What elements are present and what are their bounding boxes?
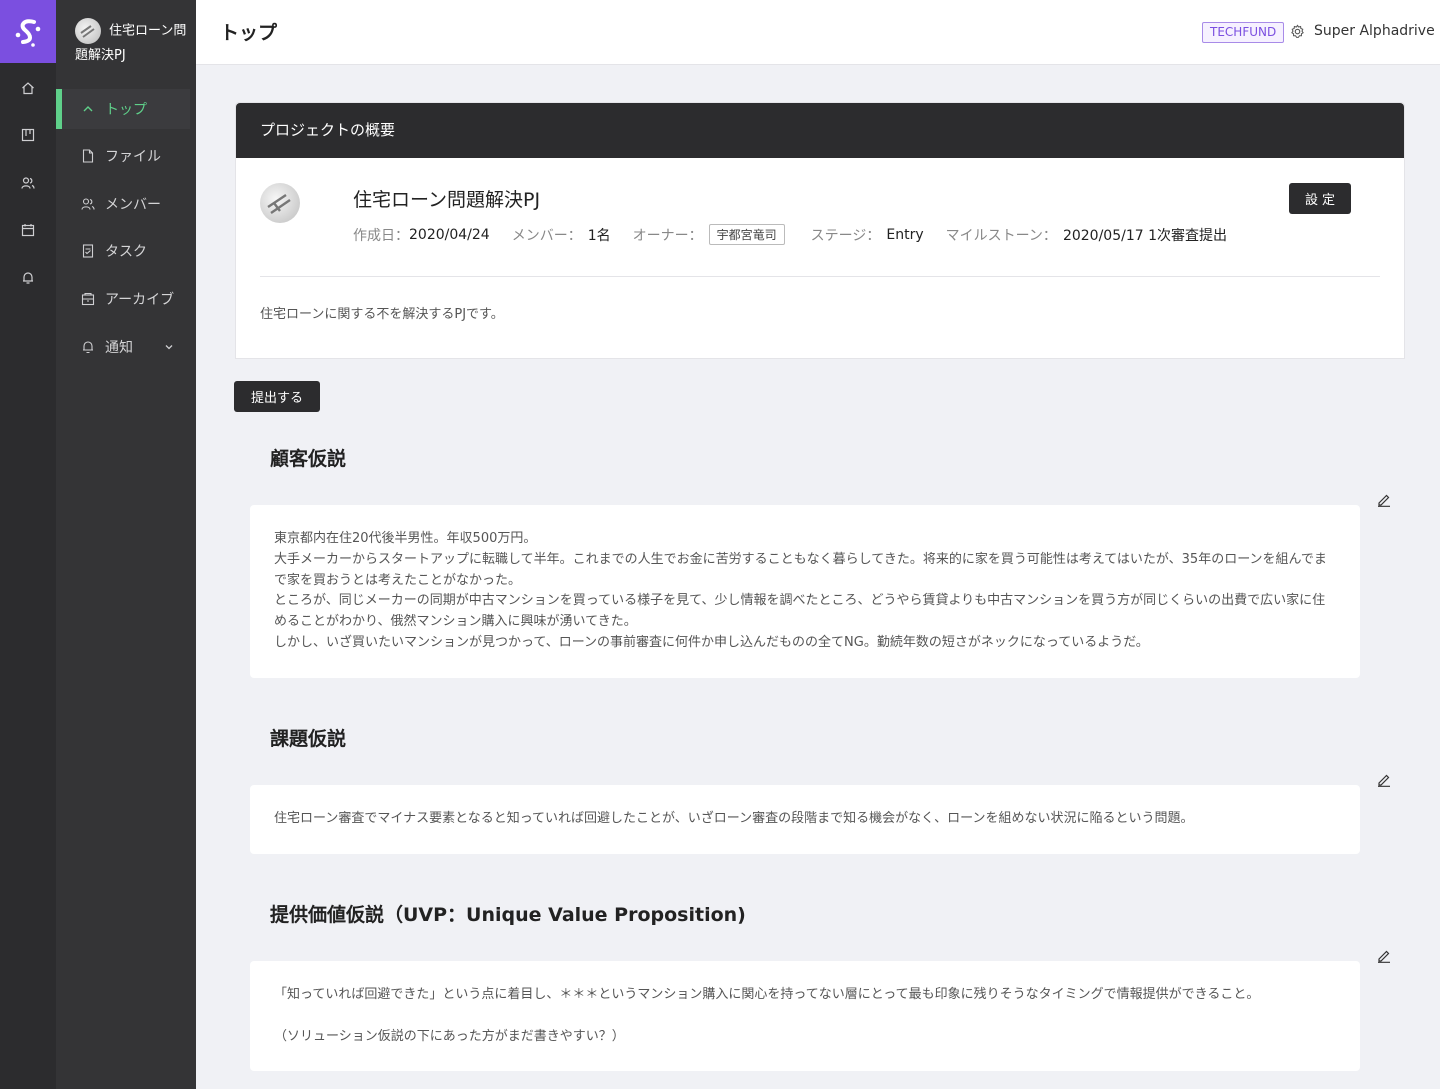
sidebar-item-label: メンバー [105,197,161,213]
submit-button[interactable]: 提出する [234,381,320,412]
archive-icon [80,291,96,307]
edit-icon[interactable] [1377,492,1391,507]
sidebar-item-label: アーカイブ [105,292,175,308]
members-value: 1名 [587,227,611,244]
sidebar-item-files[interactable]: ファイル [56,136,190,176]
icon-rail [0,0,56,1089]
sidebar-project-header[interactable]: 住宅ローン問題解決PJ [75,18,193,68]
home-icon[interactable] [19,79,37,97]
top-bar: トップ TECHFUND Super Alphadrive [196,0,1440,65]
text-line: しかし、いざ買いたいマンションが見つかって、ローンの事前審査に何件か申し込んだも… [274,634,1149,650]
customer-hypothesis-box[interactable]: 東京都内在住20代後半男性。年収500万円。 大手メーカーからスタートアップに転… [250,505,1360,678]
project-overview-card: プロジェクトの概要 住宅ローン問題解決PJ 作成日： 2020/04/24 メン… [235,102,1405,359]
stage-value: Entry [886,226,924,243]
owner-label: オーナー： [632,227,703,244]
text-line: 住宅ローン審査でマイナス要素となると知っていれば回避したことが、いざローン審査の… [274,811,1194,826]
people-icon[interactable] [19,174,37,192]
text-line: ところが、同じメーカーの同期が中古マンションを買っている様子を見て、少し情報を調… [274,593,1326,630]
chevron-down-icon[interactable] [164,340,174,356]
project-description: 住宅ローンに関する不を解決するPJです。 [260,307,504,322]
section-title-uvp: 提供価値仮説（UVP：Unique Value Proposition) [270,904,746,926]
owner-tag[interactable]: 宇都宮竜司 [708,224,785,245]
members-icon [80,196,96,212]
sidebar-item-tasks[interactable]: タスク [56,231,190,271]
sidebar-item-archive[interactable]: アーカイブ [56,279,190,319]
created-value: 2020/04/24 [409,226,490,243]
sidebar-item-label: 通知 [105,340,133,356]
settings-button[interactable]: 設定 [1289,183,1351,214]
project-meta: 作成日： 2020/04/24 メンバー： 1名 オーナー： 宇都宮竜司 ステー… [353,224,1249,245]
sidebar-item-top[interactable]: トップ [56,89,190,129]
milestone-value: 2020/05/17 1次審査提出 [1062,227,1227,244]
text-line: （ソリューション仮説の下にあった方がまだ書きやすい？） [274,1028,625,1044]
project-name: 住宅ローン問題解決PJ [353,189,541,211]
section-title-customer: 顧客仮説 [270,448,347,470]
sidebar-item-label: ファイル [105,149,161,165]
divider [260,276,1380,277]
bell-icon[interactable] [19,269,37,287]
milestone-label: マイルストーン： [945,227,1057,244]
user-name[interactable]: Super Alphadrive [1314,23,1435,39]
page-title: トップ [220,22,278,44]
sidebar-item-notifications[interactable]: 通知 [56,327,190,367]
logo-icon[interactable] [0,0,56,63]
gear-icon[interactable] [1290,24,1305,43]
created-label: 作成日： [353,227,409,244]
section-title-problem: 課題仮説 [270,728,347,750]
org-badge[interactable]: TECHFUND [1202,22,1285,43]
sidebar-item-members[interactable]: メンバー [56,184,190,224]
sidebar-item-label: タスク [105,244,147,260]
text-line: 「知っていれば回避できた」という点に着目し、＊＊＊というマンション購入に関心を持… [274,987,1260,1002]
edit-icon[interactable] [1377,948,1391,963]
sidebar-item-label: トップ [105,102,147,118]
calendar-icon[interactable] [19,221,37,239]
overview-heading: プロジェクトの概要 [236,103,1404,158]
bell-icon [80,339,96,355]
edit-icon[interactable] [1377,772,1391,787]
project-avatar-small [75,18,101,44]
members-label: メンバー： [511,227,582,244]
text-line: 大手メーカーからスタートアップに転職して半年。これまでの人生でお金に苦労すること… [274,551,1327,588]
file-icon [80,148,96,164]
text-line: 東京都内在住20代後半男性。年収500万円。 [274,531,537,546]
project-avatar [260,183,300,223]
problem-hypothesis-box[interactable]: 住宅ローン審査でマイナス要素となると知っていれば回避したことが、いざローン審査の… [250,785,1360,854]
board-icon[interactable] [19,126,37,144]
chevron-up-icon [80,101,96,117]
task-icon [80,243,96,259]
stage-label: ステージ： [810,227,881,244]
text-line [274,1006,1336,1027]
uvp-hypothesis-box[interactable]: 「知っていれば回避できた」という点に着目し、＊＊＊というマンション購入に関心を持… [250,961,1360,1072]
project-sidebar: 住宅ローン問題解決PJ トップ ファイル メンバー タスク アーカイブ 通知 [56,0,196,1089]
